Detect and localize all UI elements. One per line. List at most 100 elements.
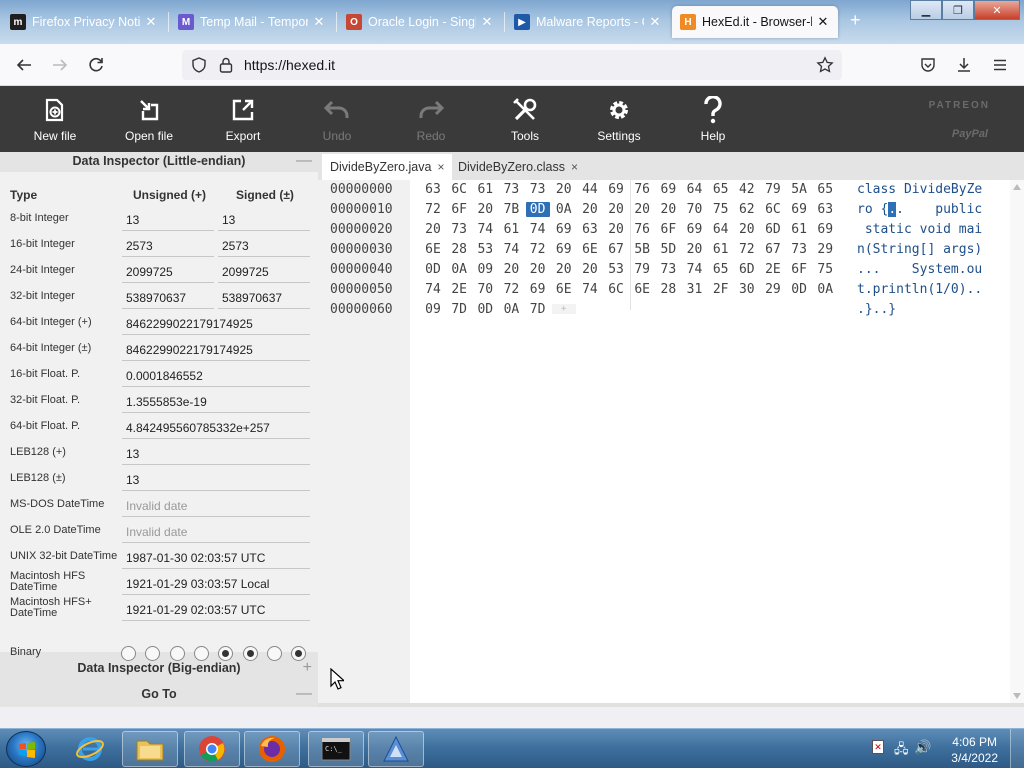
hex-byte[interactable]: 20 bbox=[735, 222, 759, 237]
unsigned-value-field[interactable]: 538970637 bbox=[122, 287, 214, 309]
goto-header[interactable]: Go To — bbox=[0, 685, 318, 705]
close-tab-icon[interactable]: × bbox=[571, 160, 578, 174]
url-bar[interactable]: https://hexed.it bbox=[182, 50, 842, 80]
ascii-text[interactable]: n(String[] args) bbox=[857, 242, 982, 257]
close-window-button[interactable]: ✕ bbox=[974, 0, 1020, 20]
value-field[interactable]: 13 bbox=[122, 443, 310, 465]
hex-byte[interactable]: 0D bbox=[473, 302, 497, 317]
back-button[interactable] bbox=[12, 53, 36, 77]
hex-byte[interactable]: 74 bbox=[473, 222, 497, 237]
hex-byte[interactable]: 63 bbox=[421, 182, 445, 197]
hex-byte[interactable]: 72 bbox=[735, 242, 759, 257]
hex-byte[interactable]: 29 bbox=[813, 242, 837, 257]
help-button[interactable]: Help bbox=[666, 86, 760, 152]
hex-byte[interactable]: 67 bbox=[604, 242, 628, 257]
reload-button[interactable] bbox=[84, 53, 108, 77]
ascii-text[interactable]: ... System.ou bbox=[857, 262, 982, 277]
horizontal-scrollbar[interactable] bbox=[318, 703, 1024, 707]
hex-byte[interactable]: 76 bbox=[630, 182, 654, 197]
ascii-text[interactable]: static void mai bbox=[857, 222, 982, 237]
value-field[interactable]: 1987-01-30 02:03:57 UTC bbox=[122, 547, 310, 569]
hex-byte[interactable]: 65 bbox=[813, 182, 837, 197]
signed-value-field[interactable]: 13 bbox=[218, 209, 310, 231]
hex-byte[interactable]: 0A bbox=[447, 262, 471, 277]
hex-byte[interactable]: 20 bbox=[656, 202, 680, 217]
hex-byte[interactable]: 67 bbox=[761, 242, 785, 257]
value-field[interactable]: 0.0001846552 bbox=[122, 365, 310, 387]
collapse-toggle[interactable]: — bbox=[296, 152, 312, 170]
close-tab-icon[interactable]: ✕ bbox=[648, 14, 662, 30]
close-tab-icon[interactable]: ✕ bbox=[480, 14, 494, 30]
ascii-text[interactable]: ro {.. public bbox=[857, 202, 982, 217]
taskbar-command-prompt[interactable]: C:\_ bbox=[308, 731, 364, 767]
inspector-little-endian-header[interactable]: Data Inspector (Little-endian) — bbox=[0, 152, 318, 172]
value-field[interactable]: 1.3555853e-19 bbox=[122, 391, 310, 413]
hex-byte[interactable]: 0A bbox=[813, 282, 837, 297]
hex-byte[interactable]: 0A bbox=[552, 202, 576, 217]
hex-byte[interactable]: 73 bbox=[656, 262, 680, 277]
hex-byte[interactable]: 69 bbox=[552, 222, 576, 237]
close-tab-icon[interactable]: ✕ bbox=[144, 14, 158, 30]
hex-byte[interactable]: 7D bbox=[447, 302, 471, 317]
value-field[interactable]: 4.842495560785332e+257 bbox=[122, 417, 310, 439]
collapse-toggle[interactable]: — bbox=[296, 685, 312, 703]
value-field[interactable]: 13 bbox=[122, 469, 310, 491]
hex-byte[interactable]: 73 bbox=[447, 222, 471, 237]
hex-byte[interactable]: 20 bbox=[421, 222, 445, 237]
hex-byte[interactable]: 2E bbox=[447, 282, 471, 297]
signed-value-field[interactable]: 538970637 bbox=[218, 287, 310, 309]
new-tab-button[interactable]: + bbox=[850, 10, 861, 31]
scroll-up-icon[interactable] bbox=[1013, 184, 1021, 190]
close-tab-icon[interactable]: ✕ bbox=[816, 14, 830, 30]
settings-button[interactable]: Settings bbox=[572, 86, 666, 152]
hex-byte[interactable]: 6C bbox=[761, 202, 785, 217]
hex-byte[interactable]: 74 bbox=[683, 262, 707, 277]
browser-tab[interactable]: m Firefox Privacy Notic ✕ bbox=[2, 6, 166, 38]
export-button[interactable]: Export bbox=[196, 86, 290, 152]
hex-byte[interactable]: 20 bbox=[604, 202, 628, 217]
hex-byte[interactable]: 70 bbox=[473, 282, 497, 297]
hex-byte[interactable]: 64 bbox=[709, 222, 733, 237]
app-menu-button[interactable] bbox=[988, 53, 1012, 77]
hex-byte[interactable]: 20 bbox=[578, 202, 602, 217]
undo-button[interactable]: Undo bbox=[290, 86, 384, 152]
hex-byte[interactable]: 65 bbox=[709, 182, 733, 197]
ascii-text[interactable]: .}..} bbox=[857, 302, 896, 317]
hex-byte[interactable]: 6C bbox=[447, 182, 471, 197]
close-tab-icon[interactable]: ✕ bbox=[312, 14, 326, 30]
unsigned-value-field[interactable]: 13 bbox=[122, 209, 214, 231]
lock-icon[interactable] bbox=[218, 56, 234, 74]
hex-byte[interactable]: 5D bbox=[656, 242, 680, 257]
unsigned-value-field[interactable]: 2573 bbox=[122, 235, 214, 257]
hex-byte[interactable]: 0D bbox=[421, 262, 445, 277]
hex-byte[interactable]: 20 bbox=[526, 262, 550, 277]
hex-byte[interactable]: 20 bbox=[552, 182, 576, 197]
hex-byte[interactable]: 2F bbox=[709, 282, 733, 297]
bookmark-star-icon[interactable] bbox=[816, 56, 834, 74]
append-byte-marker[interactable]: + bbox=[551, 304, 576, 314]
taskbar-app[interactable] bbox=[368, 731, 424, 767]
hex-byte[interactable]: 53 bbox=[473, 242, 497, 257]
hex-byte[interactable]: 69 bbox=[552, 242, 576, 257]
hex-byte[interactable]: 31 bbox=[683, 282, 707, 297]
inspector-big-endian-header[interactable]: Data Inspector (Big-endian) + bbox=[0, 659, 318, 679]
hex-byte[interactable]: 63 bbox=[813, 202, 837, 217]
browser-tab[interactable]: O Oracle Login - Single ✕ bbox=[338, 6, 502, 38]
hex-byte[interactable]: 63 bbox=[578, 222, 602, 237]
hex-byte[interactable]: 7D bbox=[526, 302, 550, 317]
scroll-down-icon[interactable] bbox=[1013, 693, 1021, 699]
hex-byte[interactable]: 6F bbox=[447, 202, 471, 217]
hex-byte[interactable]: 74 bbox=[578, 282, 602, 297]
tools-button[interactable]: Tools bbox=[478, 86, 572, 152]
hex-byte[interactable]: 09 bbox=[473, 262, 497, 277]
value-field[interactable]: 1921-01-29 03:03:57 Local bbox=[122, 573, 310, 595]
new-file-button[interactable]: New file bbox=[8, 86, 102, 152]
hex-byte[interactable]: 70 bbox=[683, 202, 707, 217]
hex-byte[interactable]: 69 bbox=[787, 202, 811, 217]
file-tab[interactable]: DivideByZero.java × bbox=[322, 154, 453, 180]
hex-byte[interactable]: 44 bbox=[578, 182, 602, 197]
value-field[interactable]: 8462299022179174925 bbox=[122, 313, 310, 335]
taskbar-chrome[interactable] bbox=[184, 731, 240, 767]
paypal-link[interactable]: PayPal bbox=[952, 128, 988, 140]
value-field[interactable]: Invalid date bbox=[122, 521, 310, 543]
